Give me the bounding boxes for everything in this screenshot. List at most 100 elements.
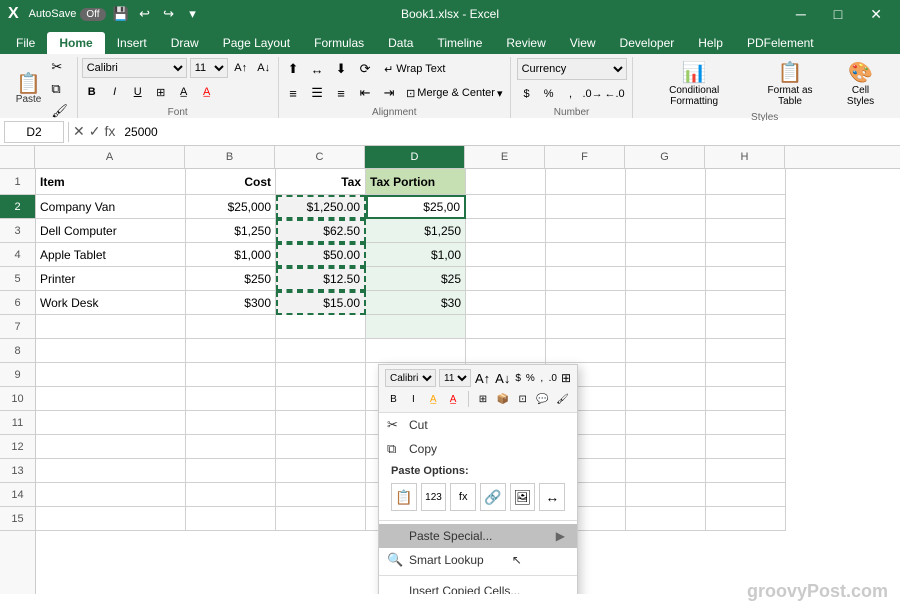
underline-button[interactable]: U <box>128 82 148 102</box>
row-num-9[interactable]: 9 <box>0 363 35 387</box>
cell-g13[interactable] <box>626 459 706 483</box>
font-size-select[interactable]: 11 <box>190 58 228 78</box>
col-header-f[interactable]: F <box>545 146 625 168</box>
increase-indent-button[interactable]: ⇥ <box>378 82 400 104</box>
cancel-formula-icon[interactable]: ✕ <box>73 123 85 140</box>
cell-h6[interactable] <box>706 291 786 315</box>
tab-page-layout[interactable]: Page Layout <box>211 32 302 54</box>
close-button[interactable]: ✕ <box>860 6 892 23</box>
col-header-g[interactable]: G <box>625 146 705 168</box>
cell-a2[interactable]: Company Van <box>36 195 186 219</box>
row-num-11[interactable]: 11 <box>0 411 35 435</box>
cell-d4[interactable]: $1,00 <box>366 243 466 267</box>
cell-e7[interactable] <box>466 315 546 339</box>
cell-d5[interactable]: $25 <box>366 267 466 291</box>
ctx-clear-btn[interactable]: 🖌 <box>554 390 571 408</box>
format-table-button[interactable]: 📋 Format as Table <box>751 57 829 110</box>
minimize-button[interactable]: ─ <box>786 6 816 23</box>
cut-button[interactable]: ✂ <box>49 57 70 77</box>
cell-b3[interactable]: $1,250 <box>186 219 276 243</box>
col-header-e[interactable]: E <box>465 146 545 168</box>
cell-h10[interactable] <box>706 387 786 411</box>
tab-help[interactable]: Help <box>686 32 735 54</box>
cell-a15[interactable] <box>36 507 186 531</box>
number-format-select[interactable]: Currency <box>517 58 627 80</box>
cell-e5[interactable] <box>466 267 546 291</box>
cell-styles-button[interactable]: 🎨 Cell Styles <box>833 57 888 110</box>
cell-a7[interactable] <box>36 315 186 339</box>
paste-icon-image[interactable]: 🖼 <box>510 483 536 511</box>
col-header-d[interactable]: D <box>365 146 465 168</box>
cell-h7[interactable] <box>706 315 786 339</box>
conditional-formatting-button[interactable]: 📊 Conditional Formatting <box>641 57 747 110</box>
tab-pdfelement[interactable]: PDFelement <box>735 32 826 54</box>
row-num-4[interactable]: 4 <box>0 243 35 267</box>
row-num-2[interactable]: 2 <box>0 195 35 219</box>
cell-f6[interactable] <box>546 291 626 315</box>
cell-f3[interactable] <box>546 219 626 243</box>
cell-h12[interactable] <box>706 435 786 459</box>
cell-a10[interactable] <box>36 387 186 411</box>
cell-d3[interactable]: $1,250 <box>366 219 466 243</box>
cell-a1[interactable]: Item <box>36 169 186 195</box>
cell-g7[interactable] <box>626 315 706 339</box>
cell-c1[interactable]: Tax <box>276 169 366 195</box>
align-right-button[interactable]: ≡ <box>330 82 352 104</box>
maximize-button[interactable]: □ <box>824 6 852 23</box>
row-num-13[interactable]: 13 <box>0 459 35 483</box>
cell-c4[interactable]: $50.00 <box>276 243 366 267</box>
tab-timeline[interactable]: Timeline <box>425 32 494 54</box>
cell-h15[interactable] <box>706 507 786 531</box>
cell-a8[interactable] <box>36 339 186 363</box>
ctx-fill-btn[interactable]: A̲ <box>425 390 442 408</box>
cell-c5[interactable]: $12.50 <box>276 267 366 291</box>
cell-f5[interactable] <box>546 267 626 291</box>
wrap-text-button[interactable]: ↵ Wrap Text <box>378 60 451 79</box>
cell-g2[interactable] <box>626 195 706 219</box>
cell-a11[interactable] <box>36 411 186 435</box>
bold-button[interactable]: B <box>82 82 102 102</box>
tab-file[interactable]: File <box>4 32 47 54</box>
row-num-3[interactable]: 3 <box>0 219 35 243</box>
cell-f4[interactable] <box>546 243 626 267</box>
align-left-button[interactable]: ≡ <box>282 82 304 104</box>
autosave-toggle[interactable]: Off <box>80 8 105 21</box>
fill-color-button[interactable]: A̲ <box>174 82 194 102</box>
ctx-increase-decimal[interactable]: .0 <box>548 369 558 387</box>
redo-icon[interactable]: ↪ <box>160 5 178 23</box>
font-name-select[interactable]: Calibri <box>82 58 187 78</box>
cell-d8[interactable] <box>366 339 466 363</box>
cell-b11[interactable] <box>186 411 276 435</box>
cell-g5[interactable] <box>626 267 706 291</box>
confirm-formula-icon[interactable]: ✓ <box>89 123 101 140</box>
cell-b13[interactable] <box>186 459 276 483</box>
cell-b5[interactable]: $250 <box>186 267 276 291</box>
ctx-currency-btn[interactable]: $ <box>514 369 522 387</box>
align-middle-button[interactable]: ↔ <box>306 58 328 80</box>
align-top-button[interactable]: ⬆ <box>282 58 304 80</box>
border-button[interactable]: ⊞ <box>151 82 171 102</box>
tab-insert[interactable]: Insert <box>105 32 159 54</box>
decrease-font-button[interactable]: A↓ <box>254 58 274 78</box>
cell-b9[interactable] <box>186 363 276 387</box>
cell-b10[interactable] <box>186 387 276 411</box>
copy-button[interactable]: ⧉ <box>49 79 70 99</box>
row-num-14[interactable]: 14 <box>0 483 35 507</box>
cell-b12[interactable] <box>186 435 276 459</box>
cell-g11[interactable] <box>626 411 706 435</box>
row-num-6[interactable]: 6 <box>0 291 35 315</box>
cell-g1[interactable] <box>626 169 706 195</box>
comma-button[interactable]: , <box>561 84 581 104</box>
accounting-button[interactable]: $ <box>517 84 537 104</box>
ctx-percent-btn[interactable]: % <box>525 369 536 387</box>
cell-a5[interactable]: Printer <box>36 267 186 291</box>
ctx-size-select[interactable]: 11 <box>439 369 471 387</box>
tab-review[interactable]: Review <box>494 32 557 54</box>
ctx-fontcolor-btn[interactable]: A̲ <box>445 390 462 408</box>
cell-a12[interactable] <box>36 435 186 459</box>
cell-d2[interactable]: $25,00 <box>366 195 466 219</box>
cell-g3[interactable] <box>626 219 706 243</box>
merge-center-button[interactable]: ⊡ Merge & Center ▾ <box>402 84 506 103</box>
cell-c15[interactable] <box>276 507 366 531</box>
ctx-bold-btn[interactable]: B <box>385 390 402 408</box>
